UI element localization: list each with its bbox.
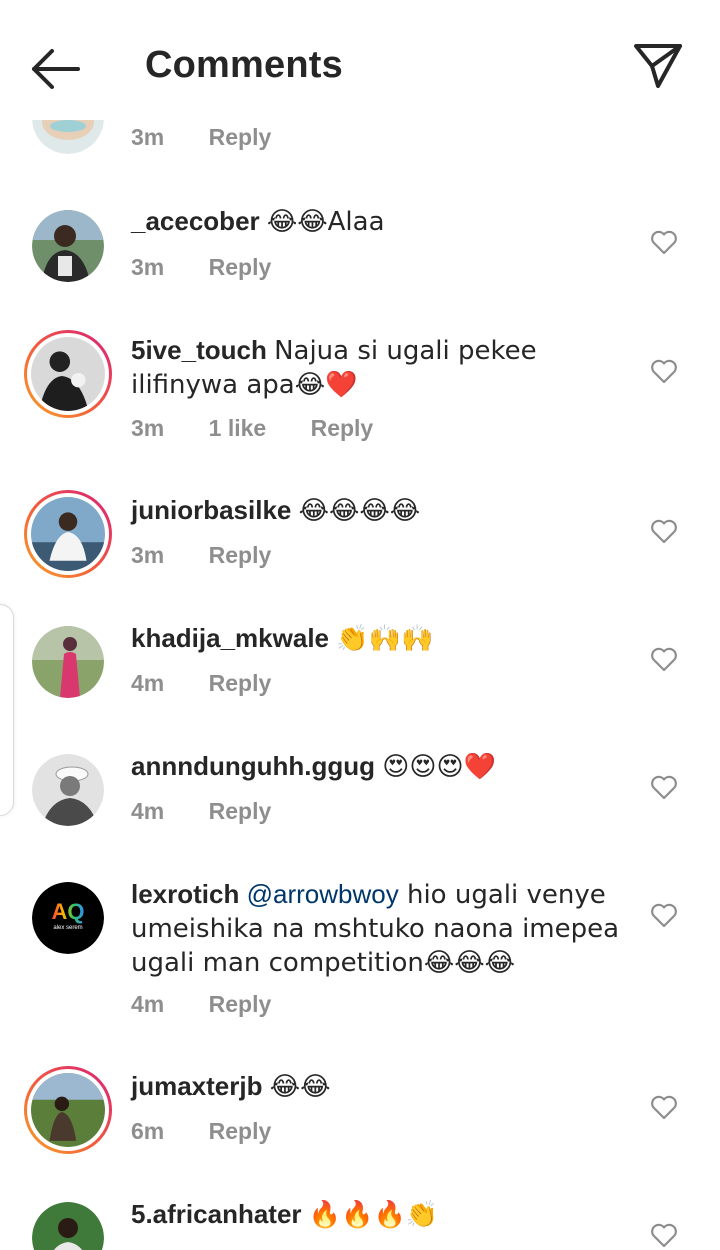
comment-username[interactable]: juniorbasilke — [131, 495, 291, 525]
comment-body: jumaxterjb 😂😂 — [131, 1070, 621, 1104]
avatar[interactable] — [32, 1202, 104, 1250]
reply-button[interactable]: Reply — [209, 124, 272, 150]
comment-username[interactable]: 5.africanhater — [131, 1199, 302, 1229]
comment-body: _acecober 😂😂Alaa — [131, 205, 621, 239]
comment-time: 4m — [131, 798, 165, 824]
comment-time: 3m — [131, 415, 165, 441]
comment-text: 😂😂😂😂 — [298, 496, 421, 526]
comment-meta: 4m Reply — [131, 991, 309, 1018]
comment-time: 6m — [131, 1118, 165, 1144]
avatar-story-ring[interactable] — [24, 1066, 112, 1154]
comment-meta: 3m Reply — [131, 542, 309, 569]
reply-button[interactable]: Reply — [209, 254, 272, 280]
comment-time: 3m — [131, 542, 165, 568]
like-heart-icon[interactable] — [650, 646, 678, 672]
comment-time: 4m — [131, 670, 165, 696]
avatar-image — [31, 337, 105, 411]
avatar[interactable]: AQ alex serem — [32, 882, 104, 954]
like-heart-icon[interactable] — [650, 1094, 678, 1120]
avatar-image — [31, 497, 105, 571]
comment-body: 5.africanhater 🔥🔥🔥👏 — [131, 1198, 621, 1232]
avatar[interactable] — [32, 210, 104, 282]
comment-time: 4m — [131, 991, 165, 1017]
like-heart-icon[interactable] — [650, 1222, 678, 1248]
comment-meta: 3m 1 like Reply — [131, 415, 411, 442]
avatar-image — [32, 626, 104, 698]
share-button[interactable] — [630, 40, 686, 92]
top-bar: Comments — [0, 0, 720, 120]
reply-button[interactable]: Reply — [209, 1118, 272, 1144]
like-heart-icon[interactable] — [650, 358, 678, 384]
like-count[interactable]: 1 like — [209, 415, 267, 441]
reply-button[interactable]: Reply — [311, 415, 374, 441]
avatar-image: AQ alex serem — [32, 882, 104, 954]
avatar[interactable] — [32, 626, 104, 698]
back-button[interactable] — [28, 46, 82, 92]
comment-meta: 3m Reply — [131, 124, 309, 151]
comment-meta: 4m Reply — [131, 670, 309, 697]
comment-username[interactable]: _acecober — [131, 206, 260, 236]
side-panel-handle[interactable] — [0, 604, 14, 816]
like-heart-icon[interactable] — [650, 229, 678, 255]
comment-text: 😂😂 — [269, 1072, 331, 1102]
comment-text: 👏🙌🙌 — [336, 624, 434, 654]
comment-time: 3m — [131, 124, 165, 150]
avatar-caption: alex serem — [53, 925, 82, 931]
comment-time: 3m — [131, 254, 165, 280]
comments-screen: Comments 3m Reply _acecober 😂😂Alaa 3m Re… — [0, 0, 720, 1250]
comment-username[interactable]: 5ive_touch — [131, 335, 267, 365]
reply-button[interactable]: Reply — [209, 798, 272, 824]
comment-text: 😍😍😍❤️ — [382, 752, 496, 782]
comment-meta: 3m Reply — [131, 254, 309, 281]
arrow-left-icon — [32, 49, 80, 89]
comment-meta: 6m Reply — [131, 1118, 309, 1145]
mention-link[interactable]: @arrowbwoy — [247, 879, 399, 909]
reply-button[interactable]: Reply — [209, 670, 272, 696]
paper-plane-icon — [634, 44, 682, 88]
avatar-image — [32, 210, 104, 282]
avatar-image — [31, 1073, 105, 1147]
avatar-story-ring[interactable] — [24, 490, 112, 578]
comment-username[interactable]: annndunguhh.ggug — [131, 751, 375, 781]
comment-meta: 4m Reply — [131, 798, 309, 825]
comment-body: juniorbasilke 😂😂😂😂 — [131, 494, 621, 528]
comment-username[interactable]: khadija_mkwale — [131, 623, 329, 653]
comment-body: annndunguhh.ggug 😍😍😍❤️ — [131, 750, 621, 784]
comment-body: lexrotich @arrowbwoy hio ugali venye ume… — [131, 878, 621, 980]
comment-username[interactable]: jumaxterjb — [131, 1071, 263, 1101]
reply-button[interactable]: Reply — [209, 542, 272, 568]
comment-text: 😂😂Alaa — [266, 207, 385, 237]
comment-text: 🔥🔥🔥👏 — [308, 1200, 439, 1230]
comment-username[interactable]: lexrotich — [131, 879, 239, 909]
avatar[interactable] — [32, 754, 104, 826]
avatar-story-ring[interactable] — [24, 330, 112, 418]
like-heart-icon[interactable] — [650, 902, 678, 928]
reply-button[interactable]: Reply — [209, 991, 272, 1017]
comment-body: 5ive_touch Najua si ugali pekee ilifinyw… — [131, 334, 621, 402]
like-heart-icon[interactable] — [650, 518, 678, 544]
avatar-image — [32, 1202, 104, 1250]
avatar-logo: AQ — [52, 899, 85, 924]
like-heart-icon[interactable] — [650, 774, 678, 800]
page-title: Comments — [145, 44, 343, 86]
avatar-image — [32, 754, 104, 826]
comment-body: khadija_mkwale 👏🙌🙌 — [131, 622, 621, 656]
